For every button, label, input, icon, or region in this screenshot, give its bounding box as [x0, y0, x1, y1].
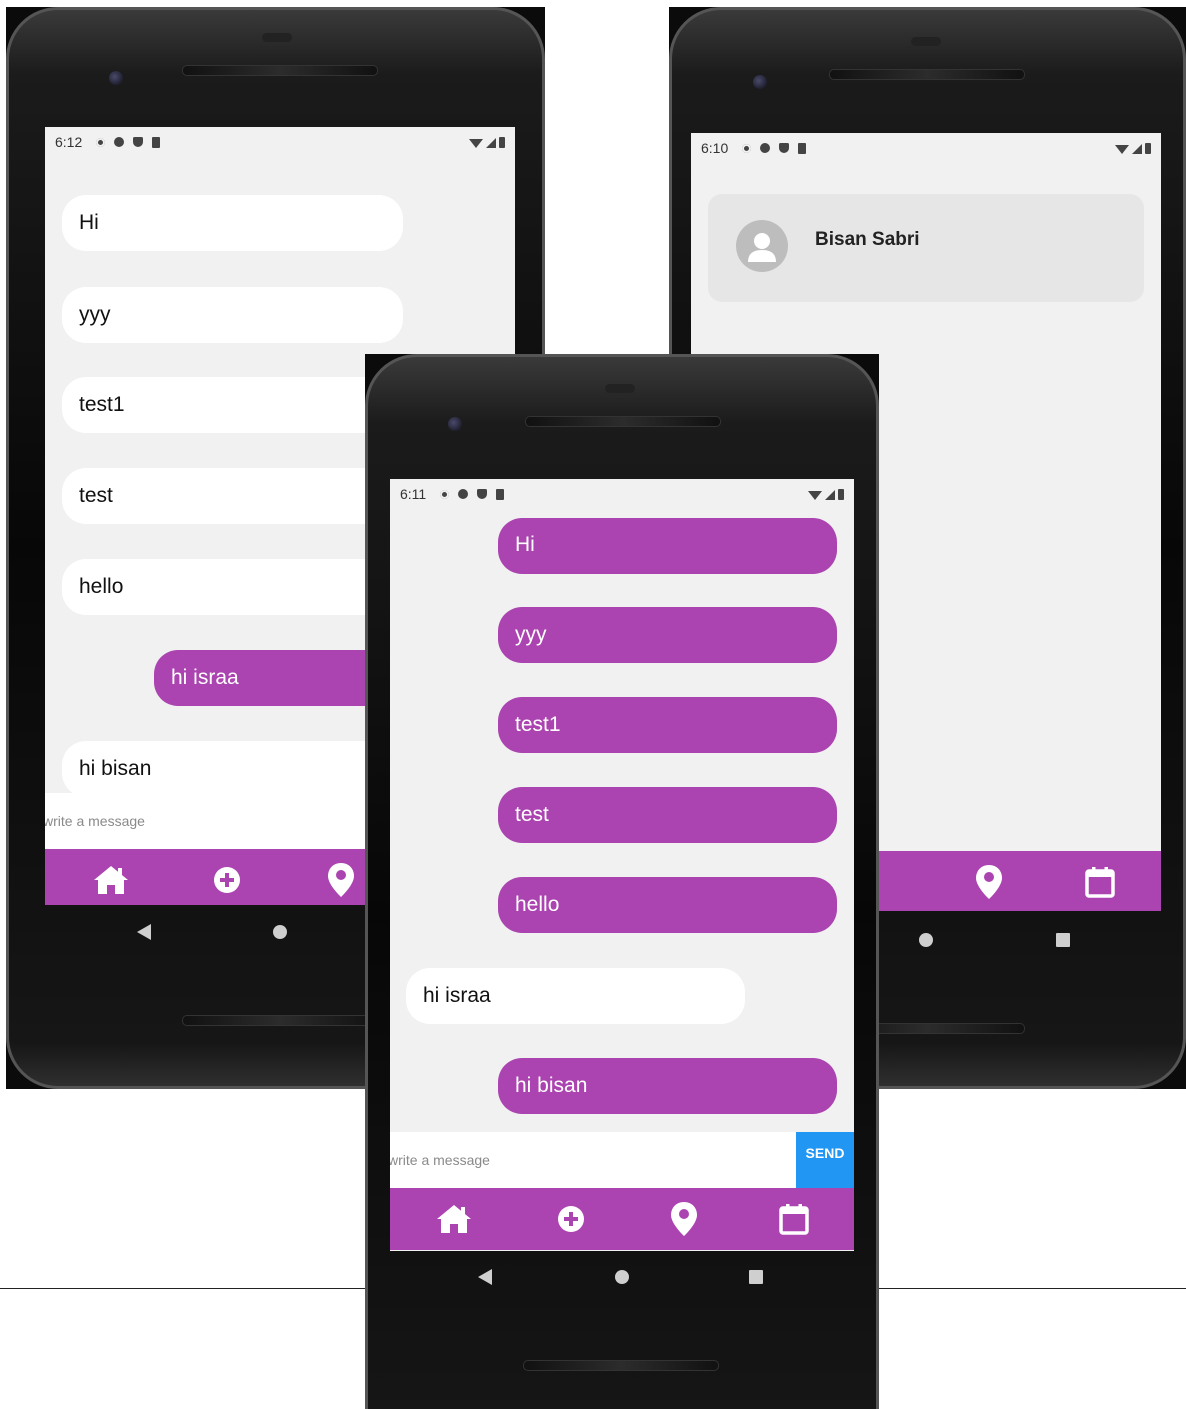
status-time: 6:10 [701, 140, 729, 156]
wifi-icon [1115, 144, 1129, 154]
settings-status-icon [440, 489, 450, 499]
recents-square-icon [1056, 933, 1070, 947]
speaker-grille [182, 65, 378, 76]
sd-card-status-icon [496, 488, 505, 500]
message-bubble: yyy [62, 287, 403, 343]
message-input-row: SEND [390, 1132, 854, 1188]
home-icon [437, 1205, 471, 1233]
home-system-button[interactable] [614, 1269, 630, 1290]
sd-card-status-icon [152, 136, 161, 148]
wifi-icon [808, 490, 822, 500]
recents-square-icon [749, 1270, 763, 1284]
recents-button[interactable] [1055, 932, 1071, 953]
calendar-icon [779, 1204, 809, 1235]
message-bubble: hi bisan [62, 741, 403, 797]
send-button[interactable]: SEND [796, 1132, 854, 1188]
message-bubble: test [62, 468, 403, 524]
nav-add-button[interactable] [545, 1188, 597, 1250]
contact-item[interactable]: Bisan Sabri [708, 194, 1144, 302]
signal-icon [1132, 143, 1142, 154]
message-bubble: yyy [498, 607, 837, 663]
nav-calendar-button[interactable] [768, 1188, 820, 1250]
add-circle-icon [558, 1206, 584, 1232]
bottom-nav-bar [390, 1188, 854, 1250]
location-pin-icon [671, 1202, 697, 1236]
home-system-button[interactable] [272, 924, 288, 945]
home-system-button[interactable] [918, 932, 934, 953]
battery-icon [499, 136, 505, 148]
contact-name: Bisan Sabri [815, 229, 920, 250]
earpiece [911, 37, 941, 46]
signal-icon [825, 489, 835, 500]
back-button[interactable] [477, 1268, 493, 1291]
add-circle-icon [214, 867, 240, 893]
location-pin-icon [328, 863, 354, 897]
speaker-grille [525, 416, 721, 427]
message-bubble: hi israa [406, 968, 745, 1024]
nav-add-button[interactable] [201, 849, 253, 905]
person-icon [748, 233, 776, 262]
android-status-icon [760, 143, 771, 153]
android-status-icon [458, 489, 469, 499]
home-circle-icon [273, 925, 287, 939]
back-triangle-icon [137, 924, 151, 940]
battery-icon [1145, 142, 1151, 154]
shield-status-icon [133, 137, 144, 147]
front-camera [448, 417, 462, 431]
home-circle-icon [615, 1270, 629, 1284]
calendar-icon [1085, 867, 1115, 898]
message-bubble: test [498, 787, 837, 843]
speaker-grille [829, 69, 1025, 80]
message-bubble: test1 [498, 697, 837, 753]
nav-home-button[interactable] [85, 849, 137, 905]
sd-card-status-icon [798, 142, 807, 154]
shield-status-icon [477, 489, 488, 499]
avatar [736, 220, 788, 272]
message-bubble: hello [62, 559, 403, 615]
phone-middle: 6:11 Hi yyy test1 test hello hi israa hi… [365, 354, 879, 1409]
wifi-icon [469, 138, 483, 148]
message-bubble: Hi [62, 195, 403, 251]
status-bar: 6:10 [691, 133, 1161, 163]
back-triangle-icon [478, 1269, 492, 1285]
front-camera [753, 75, 767, 89]
message-bubble: test1 [62, 377, 403, 433]
signal-icon [486, 137, 496, 148]
android-status-icon [114, 137, 125, 147]
message-input[interactable] [390, 1151, 790, 1169]
screen: 6:11 Hi yyy test1 test hello hi israa hi… [390, 479, 854, 1251]
battery-icon [838, 488, 844, 500]
nav-location-button[interactable] [658, 1188, 710, 1250]
message-bubble: Hi [498, 518, 837, 574]
status-time: 6:12 [55, 134, 83, 150]
nav-home-button[interactable] [428, 1188, 480, 1250]
home-icon [94, 866, 128, 894]
status-bar: 6:12 [45, 127, 515, 157]
shield-status-icon [779, 143, 790, 153]
settings-status-icon [96, 137, 106, 147]
settings-status-icon [742, 143, 752, 153]
location-pin-icon [976, 865, 1002, 899]
status-time: 6:11 [400, 486, 427, 502]
back-button[interactable] [136, 923, 152, 946]
front-camera [109, 71, 123, 85]
bottom-speaker-grille [523, 1360, 719, 1371]
message-bubble: hi bisan [498, 1058, 837, 1114]
earpiece [262, 33, 292, 42]
bottom-speaker-grille [182, 1015, 378, 1026]
recents-button[interactable] [748, 1269, 764, 1290]
nav-calendar-button[interactable] [1074, 851, 1126, 911]
nav-location-button[interactable] [963, 851, 1015, 911]
earpiece [605, 384, 635, 393]
status-bar: 6:11 [390, 479, 854, 509]
home-circle-icon [919, 933, 933, 947]
nav-location-button[interactable] [315, 849, 367, 905]
message-bubble: hello [498, 877, 837, 933]
